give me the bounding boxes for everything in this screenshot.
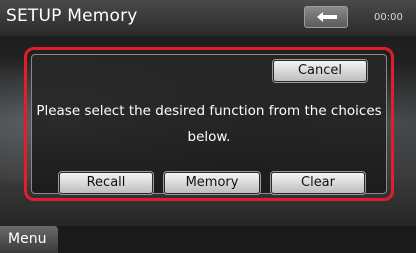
page-title: SETUP Memory: [6, 6, 138, 26]
header-bar: SETUP Memory 00:00: [0, 0, 416, 36]
menu-button[interactable]: Menu: [0, 226, 58, 253]
back-arrow-icon: [317, 12, 337, 22]
clock: 00:00: [374, 12, 403, 23]
back-button[interactable]: [304, 6, 348, 28]
dialog-message-line-1: Please select the desired function from …: [36, 103, 382, 119]
dialog-message-line-2: below.: [187, 129, 231, 145]
recall-button[interactable]: Recall: [59, 172, 153, 194]
clear-button[interactable]: Clear: [271, 172, 365, 194]
footer-bar: [0, 226, 416, 253]
dialog-message: Please select the desired function from …: [31, 98, 387, 150]
memory-button[interactable]: Memory: [164, 172, 260, 194]
setup-memory-screen: SETUP Memory 00:00 Cancel Please select …: [0, 0, 416, 253]
cancel-button[interactable]: Cancel: [273, 60, 367, 82]
